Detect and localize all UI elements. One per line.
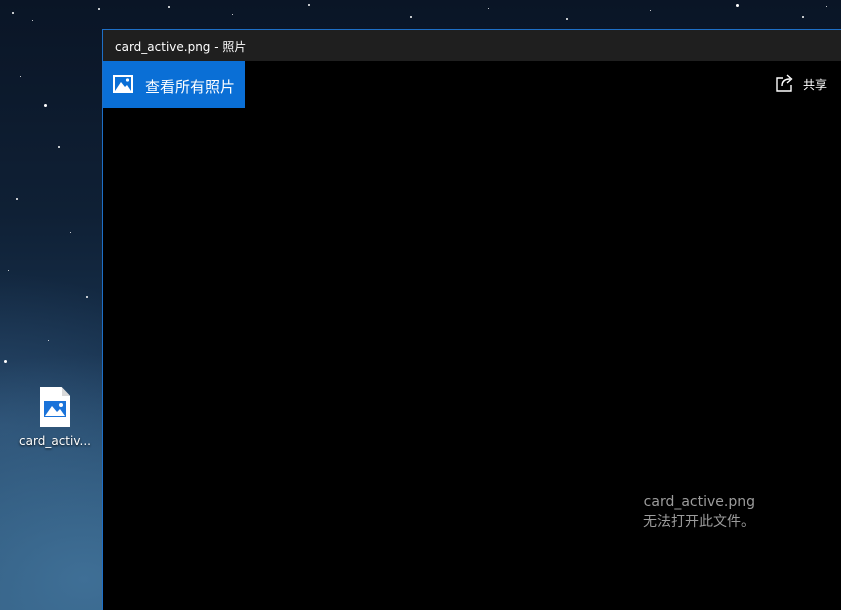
star [488,8,489,9]
star [20,76,21,77]
star [410,16,412,18]
star [86,296,88,298]
file-fold [62,387,70,396]
star [308,4,310,6]
star [8,270,9,271]
desktop-file-label: card_activ... [19,434,91,448]
error-message: 无法打开此文件。 [643,514,755,530]
star [4,360,7,363]
star [48,340,49,341]
window-title: card_active.png - 照片 [115,40,247,54]
star [650,10,651,11]
star [736,4,739,7]
photo-icon [113,75,133,93]
star [566,18,568,20]
error-message-block: card_active.png 无法打开此文件。 [643,492,755,532]
star [58,146,60,148]
star [232,14,233,15]
star [826,6,827,7]
image-file-icon [40,387,70,427]
star [12,12,14,14]
star [802,16,804,18]
desktop-file-card-active[interactable]: card_activ... [18,384,92,448]
photos-app-window: card_active.png - 照片 查看所有照片 共享 card_acti… [102,29,841,610]
error-filename: card_active.png [643,494,755,510]
star [98,8,100,10]
image-file-glyph [44,401,66,417]
desktop: card_activ... card_active.png - 照片 查看所有照… [0,0,841,610]
star [16,198,18,200]
share-label: 共享 [803,78,828,92]
star [44,104,47,107]
share-icon [776,74,793,92]
view-all-photos-button[interactable]: 查看所有照片 [103,61,245,108]
view-all-photos-label: 查看所有照片 [145,78,236,96]
star [70,232,71,233]
star [32,20,33,21]
title-bar[interactable]: card_active.png - 照片 [103,30,841,61]
star [168,6,170,8]
